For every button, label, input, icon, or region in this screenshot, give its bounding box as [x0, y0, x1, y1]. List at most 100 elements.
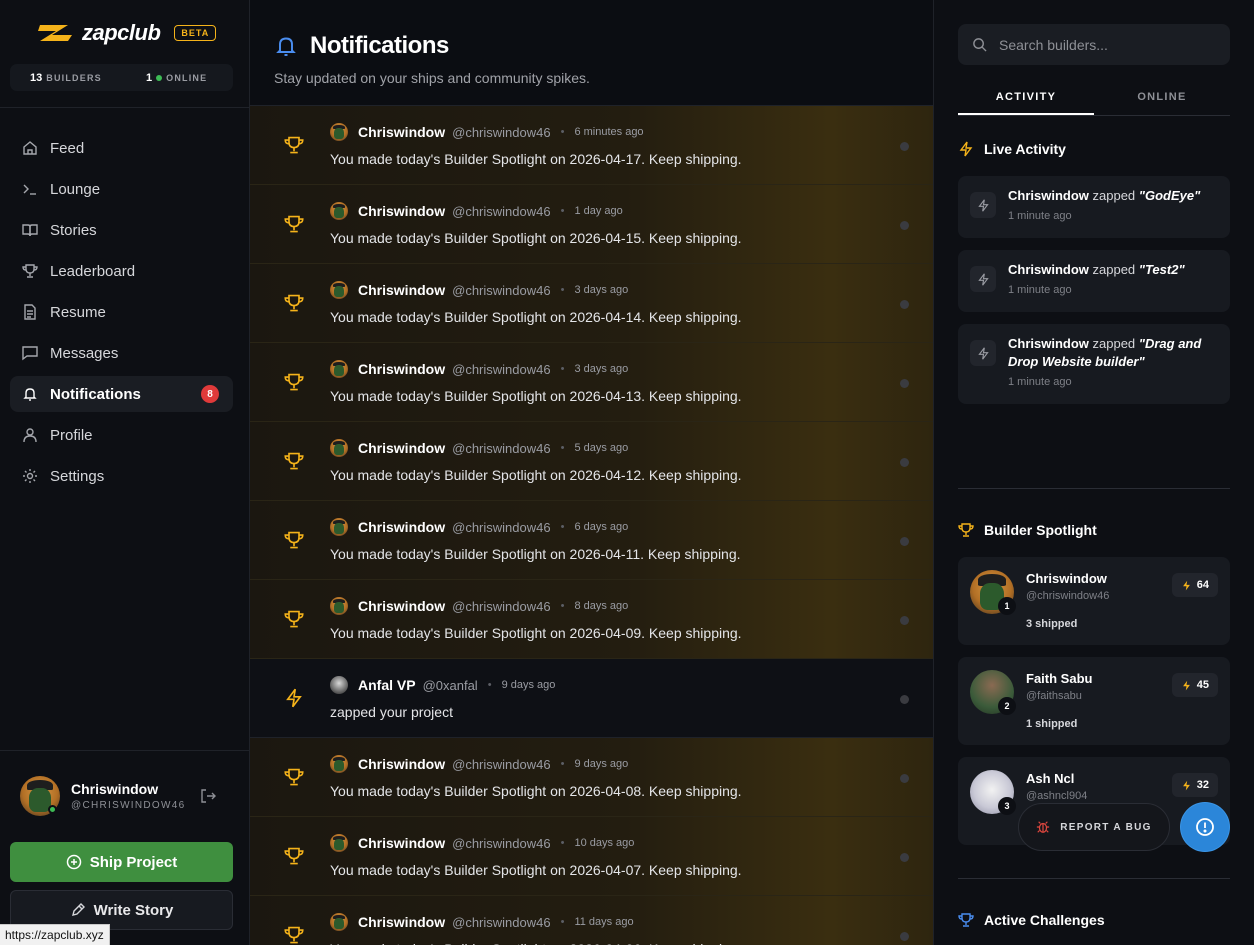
separator-dot: • [560, 837, 565, 849]
sender-name[interactable]: Chriswindow [358, 835, 445, 851]
pen-icon [71, 903, 85, 916]
notification-item[interactable]: Chriswindow @chriswindow46 • 3 days ago You … [250, 264, 933, 343]
sender-handle: @chriswindow46 [452, 203, 551, 219]
unread-indicator[interactable] [900, 616, 909, 625]
notification-item[interactable]: Chriswindow @chriswindow46 • 5 days ago You … [250, 422, 933, 501]
notification-item[interactable]: Chriswindow @chriswindow46 • 1 day ago You m… [250, 185, 933, 264]
sender-name[interactable]: Chriswindow [358, 598, 445, 614]
lightning-icon [1182, 780, 1190, 790]
sender-name[interactable]: Chriswindow [358, 756, 445, 772]
book-icon [22, 222, 38, 238]
sender-handle: @chriswindow46 [452, 756, 551, 772]
activity-time: 1 minute ago [1008, 284, 1072, 296]
divider [958, 488, 1230, 489]
avatar [330, 281, 348, 299]
nav-item-leaderboard[interactable]: Leaderboard [10, 253, 233, 289]
builder-handle: @ashncl904 [1026, 790, 1088, 802]
unread-indicator[interactable] [900, 142, 909, 151]
trophy-icon [284, 530, 304, 550]
sender-name[interactable]: Chriswindow [358, 282, 445, 298]
builder-name: Chriswindow [1026, 571, 1107, 586]
nav-item-messages[interactable]: Messages [10, 335, 233, 371]
builder-spotlight-title: Builder Spotlight [984, 522, 1097, 538]
avatar [330, 439, 348, 457]
notification-time: 9 days ago [501, 679, 556, 691]
sender-name[interactable]: Chriswindow [358, 203, 445, 219]
lightning-icon [970, 266, 996, 292]
notification-item[interactable]: Anfal VP @0xanfal • 9 days ago zapped your p… [250, 659, 933, 738]
builder-handle: @chriswindow46 [1026, 590, 1110, 602]
sender-handle: @0xanfal [422, 677, 478, 693]
online-status-icon [48, 805, 57, 814]
notification-item[interactable]: Chriswindow @chriswindow46 • 11 days ago You… [250, 896, 933, 945]
sender-name[interactable]: Chriswindow [358, 124, 445, 140]
separator-dot: • [487, 679, 492, 691]
lightning-icon [1182, 580, 1190, 590]
separator-dot: • [560, 442, 565, 454]
unread-indicator[interactable] [900, 458, 909, 467]
separator-dot: • [560, 284, 565, 296]
sender-name[interactable]: Anfal VP [358, 677, 416, 693]
spotlight-card[interactable]: 1 Chriswindow @chriswindow46 3 shipped 6… [958, 557, 1230, 645]
activity-item[interactable]: Chriswindow zapped "Drag and Drop Websit… [958, 324, 1230, 404]
current-user[interactable]: Chriswindow @CHRISWINDOW46 [20, 776, 216, 816]
activity-item[interactable]: Chriswindow zapped "Test2" 1 minute ago [958, 250, 1230, 312]
nav-item-lounge[interactable]: Lounge [10, 171, 233, 207]
unread-indicator[interactable] [900, 932, 909, 941]
notifications-panel: Notifications Stay updated on your ships… [250, 0, 934, 945]
unread-indicator[interactable] [900, 379, 909, 388]
notification-item[interactable]: Chriswindow @chriswindow46 • 8 days ago You … [250, 580, 933, 659]
nav-item-profile[interactable]: Profile [10, 417, 233, 453]
logo[interactable]: zapclub BETA [0, 0, 249, 66]
notification-item[interactable]: Chriswindow @chriswindow46 • 9 days ago You … [250, 738, 933, 817]
nav-item-settings[interactable]: Settings [10, 458, 233, 494]
live-activity-heading: Live Activity [958, 141, 1066, 157]
nav-label: Stories [50, 221, 97, 239]
notification-item[interactable]: Chriswindow @chriswindow46 • 3 days ago You … [250, 343, 933, 422]
avatar [330, 676, 348, 694]
rank-badge: 1 [998, 597, 1016, 615]
tab-online[interactable]: ONLINE [1094, 88, 1230, 115]
help-button[interactable] [1181, 803, 1229, 851]
page-header: Notifications Stay updated on your ships… [250, 0, 933, 106]
user-icon [22, 427, 38, 443]
terminal-icon [22, 181, 38, 197]
activity-item[interactable]: Chriswindow zapped "GodEye" 1 minute ago [958, 176, 1230, 238]
search-box[interactable]: Search builders... [958, 24, 1230, 65]
nav-item-feed[interactable]: Feed [10, 130, 233, 166]
unread-indicator[interactable] [900, 695, 909, 704]
sender-name[interactable]: Chriswindow [358, 914, 445, 930]
unread-indicator[interactable] [900, 853, 909, 862]
user-handle: @CHRISWINDOW46 [71, 800, 186, 811]
trophy-icon [284, 609, 304, 629]
logout-icon[interactable] [200, 788, 216, 809]
sender-name[interactable]: Chriswindow [358, 440, 445, 456]
tab-activity[interactable]: ACTIVITY [958, 88, 1094, 115]
brand-name: zapclub [82, 20, 161, 45]
search-input[interactable]: Search builders... [999, 37, 1108, 53]
unread-indicator[interactable] [900, 221, 909, 230]
notification-item[interactable]: Chriswindow @chriswindow46 • 6 days ago You … [250, 501, 933, 580]
ship-project-button[interactable]: Ship Project [10, 842, 233, 882]
nav-item-resume[interactable]: Resume [10, 294, 233, 330]
notification-text: You made today's Builder Spotlight on 20… [330, 388, 742, 404]
unread-indicator[interactable] [900, 537, 909, 546]
lightning-icon [970, 340, 996, 366]
nav-item-notifications[interactable]: Notifications 8 [10, 376, 233, 412]
builders-stat: 13 BUILDERS [30, 71, 102, 84]
rank-badge: 3 [998, 797, 1016, 815]
nav-label: Messages [50, 344, 119, 362]
spotlight-card[interactable]: 2 Faith Sabu @faithsabu 1 shipped 45 [958, 657, 1230, 745]
notification-item[interactable]: Chriswindow @chriswindow46 • 6 minutes ago Y… [250, 106, 933, 185]
report-bug-button[interactable]: REPORT A BUG [1018, 803, 1170, 851]
unread-indicator[interactable] [900, 774, 909, 783]
nav-item-stories[interactable]: Stories [10, 212, 233, 248]
sender-name[interactable]: Chriswindow [358, 519, 445, 535]
notification-item[interactable]: Chriswindow @chriswindow46 • 10 days ago You… [250, 817, 933, 896]
nav-label: Lounge [50, 180, 101, 198]
message-icon [22, 345, 38, 361]
unread-indicator[interactable] [900, 300, 909, 309]
notification-text: You made today's Builder Spotlight on 20… [330, 309, 742, 325]
notification-text: You made today's Builder Spotlight on 20… [330, 862, 742, 878]
sender-name[interactable]: Chriswindow [358, 361, 445, 377]
